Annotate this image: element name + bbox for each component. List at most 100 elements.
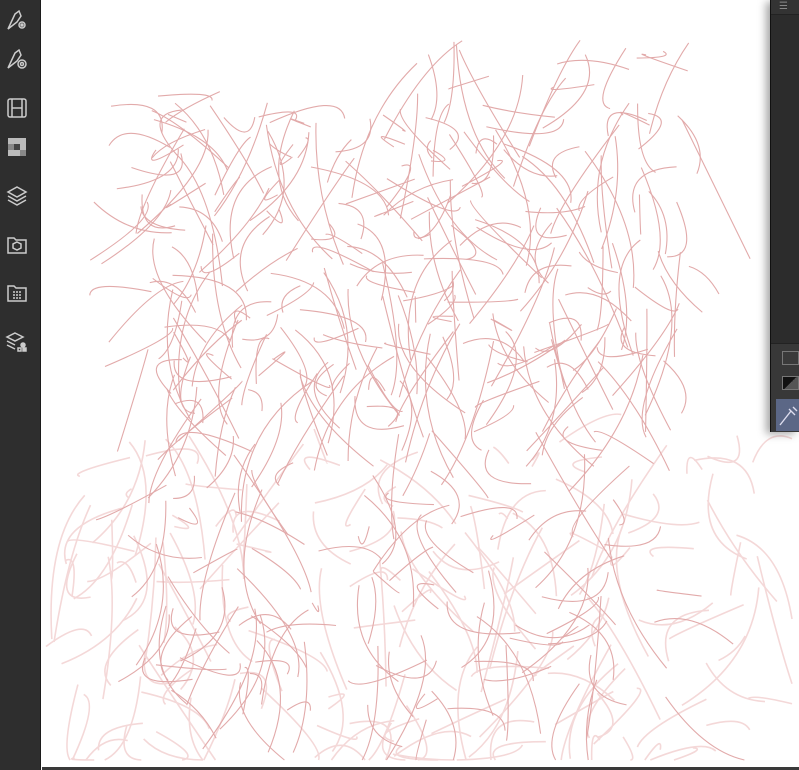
sketch-stroke [256,640,282,753]
sketch-stroke [756,555,793,684]
sketch-stroke [427,54,438,120]
sketch-stroke [232,443,305,543]
sketch-stroke [66,684,79,761]
sketch-stroke [166,182,206,209]
sketch-stroke [95,484,167,521]
sketch-stroke [706,499,778,602]
sketch-stroke [292,641,308,753]
sketch-stroke [269,105,346,124]
sketch-stroke [455,45,506,179]
sketch-stroke [313,361,341,429]
pen-target-icon[interactable] [4,46,30,72]
sketch-stroke [656,589,702,597]
sketch-stroke [386,178,461,212]
sketch-stroke [489,719,535,761]
sketch-stroke [705,662,766,703]
eyedropper-icon[interactable] [776,399,799,431]
sketch-stroke [173,225,207,305]
sketch-stroke [497,489,546,550]
sketch-stroke [657,250,703,313]
sketch-stroke [180,586,226,662]
sketch-stroke [484,449,532,485]
sketch-stroke [366,405,399,427]
sketch-stroke [397,517,443,529]
sketch-stroke [174,102,225,196]
sketch-stroke [290,118,311,128]
sketch-stroke [637,103,656,173]
sketch-stroke [212,233,242,369]
swatch-icon[interactable] [782,351,799,365]
sketch-stroke [251,547,302,590]
sketch-stroke [572,308,617,371]
drawing-canvas[interactable] [42,0,799,767]
sketch-stroke [456,744,524,761]
sketch-stroke [102,556,113,700]
layer-property-icon[interactable] [4,329,30,355]
sketch-stroke [464,531,516,632]
sketch-stroke [116,349,149,452]
material-folder-icon[interactable] [4,280,30,306]
sketch-stroke [242,667,249,715]
sketch-stroke [314,464,388,504]
sketch-stroke [525,205,586,214]
sketch-stroke [470,399,484,451]
sketch-stroke [432,315,454,323]
sketch-stroke [367,576,377,644]
animation-timeline-icon[interactable] [4,95,30,121]
sketch-stroke [318,568,348,690]
sketch-stroke [313,327,359,343]
sketch-stroke [623,513,700,526]
material-3d-icon[interactable] [4,232,30,258]
sketch-stroke [586,596,661,720]
sketch-stroke [199,502,280,590]
sketch-stroke [418,154,498,261]
sketch-stroke [167,576,230,654]
sketch-stroke [223,117,256,133]
sketch-stroke [681,587,760,707]
sketch-stroke [664,609,709,662]
sketch-stroke [203,679,236,761]
sketch-stroke [552,268,566,389]
sketch-stroke [104,628,139,686]
sketch-stroke [166,388,227,456]
sketch-stroke [322,334,383,349]
sketch-stroke [110,103,163,133]
sketch-stroke [239,216,270,292]
sketch-stroke [638,194,642,235]
sketch-stroke [468,494,524,513]
sketch-stroke [677,115,701,174]
sketch-stroke [640,167,661,270]
sketch-stroke [469,225,535,324]
sketch-stroke [648,191,668,255]
sketch-stroke [461,570,495,669]
sketch-stroke [299,369,328,456]
hamburger-menu-icon[interactable]: ☰ [779,2,788,12]
sketch-stroke [219,614,266,730]
color-set-icon[interactable] [4,134,30,160]
sketch-stroke [242,314,279,341]
sketch-stroke [440,341,495,486]
layers-icon[interactable] [4,183,30,209]
sketch-stroke [214,176,241,213]
sketch-stroke [248,629,329,672]
sketch-stroke [172,319,243,391]
sketch-stroke [73,504,134,600]
sketch-stroke [447,75,490,90]
sketch-stroke [602,47,627,110]
sketch-stroke [70,757,95,761]
sketch-stroke [736,534,793,620]
sketch-stroke [388,651,414,718]
sketch-stroke [498,512,509,520]
sketch-stroke [123,724,142,761]
sketch-stroke [551,146,580,179]
sketch-stroke [314,744,366,761]
sketch-stroke [627,493,660,534]
sketch-stroke [667,201,688,258]
pen-settings-icon[interactable] [4,7,30,33]
sketch-stroke [442,336,455,400]
sketch-stroke [193,548,238,574]
sketch-stroke [618,239,641,356]
gradient-icon[interactable] [782,376,799,390]
sketch-stroke [249,672,263,695]
sketch-stroke [347,347,378,462]
